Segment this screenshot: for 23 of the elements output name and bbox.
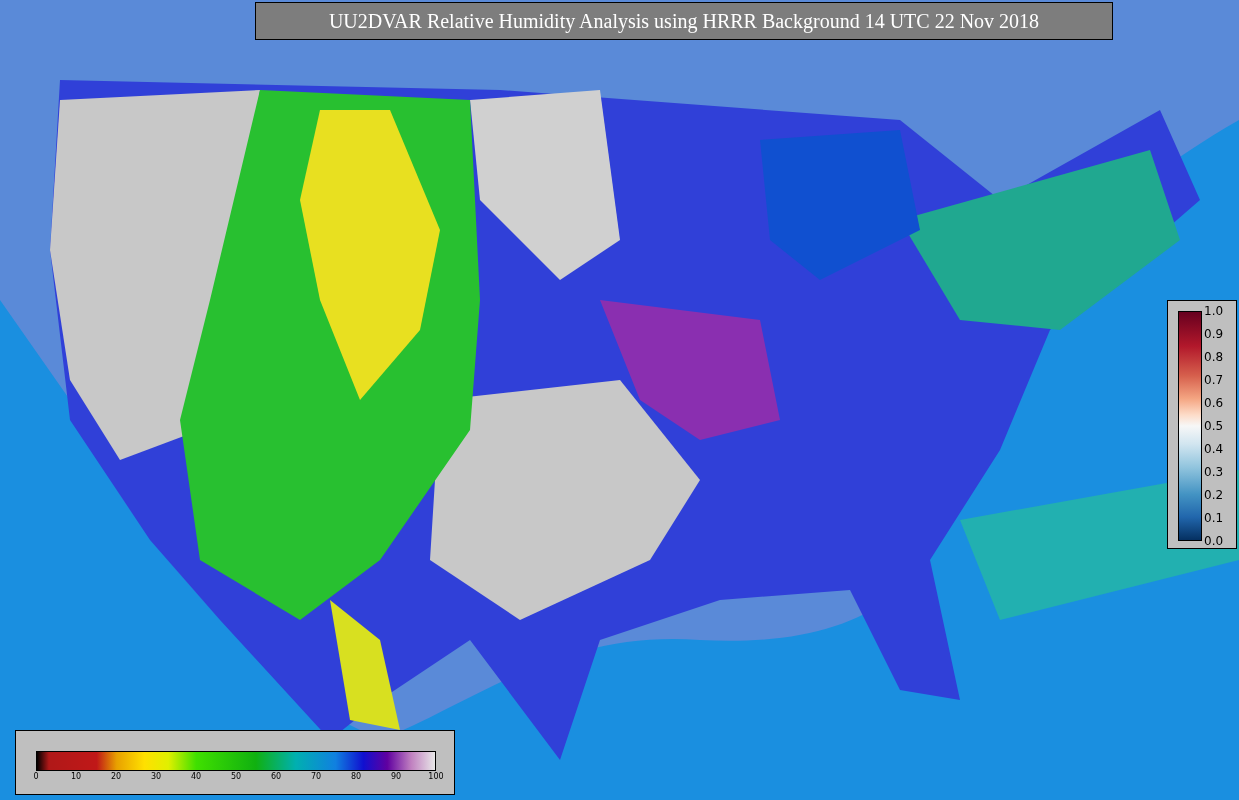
tick-label: 100	[427, 771, 445, 783]
tick-label: 50	[229, 771, 243, 783]
tick-label: 0.2	[1204, 489, 1224, 501]
map-title: UU2DVAR Relative Humidity Analysis using HRRR Background 14 UTC 22 Nov 2018	[255, 2, 1113, 40]
tick-label: 0.7	[1204, 374, 1224, 386]
tick-label: 0.8	[1204, 351, 1224, 363]
tick-label: 20	[109, 771, 123, 783]
tick-label: 70	[309, 771, 323, 783]
tick-label: 40	[189, 771, 203, 783]
tick-label: 90	[389, 771, 403, 783]
tick-label: 30	[149, 771, 163, 783]
tick-label: 80	[349, 771, 363, 783]
tick-label: 0.6	[1204, 397, 1224, 409]
tick-label: 0	[32, 771, 40, 783]
tick-label: 0.3	[1204, 466, 1224, 478]
tick-label: 0.4	[1204, 443, 1224, 455]
tick-label: 60	[269, 771, 283, 783]
tick-label: 1.0	[1204, 305, 1224, 317]
tick-label: 0.0	[1204, 535, 1224, 547]
tick-label: 0.1	[1204, 512, 1224, 524]
tick-label: 0.9	[1204, 328, 1224, 340]
tick-label: 10	[69, 771, 83, 783]
tick-label: 0.5	[1204, 420, 1224, 432]
